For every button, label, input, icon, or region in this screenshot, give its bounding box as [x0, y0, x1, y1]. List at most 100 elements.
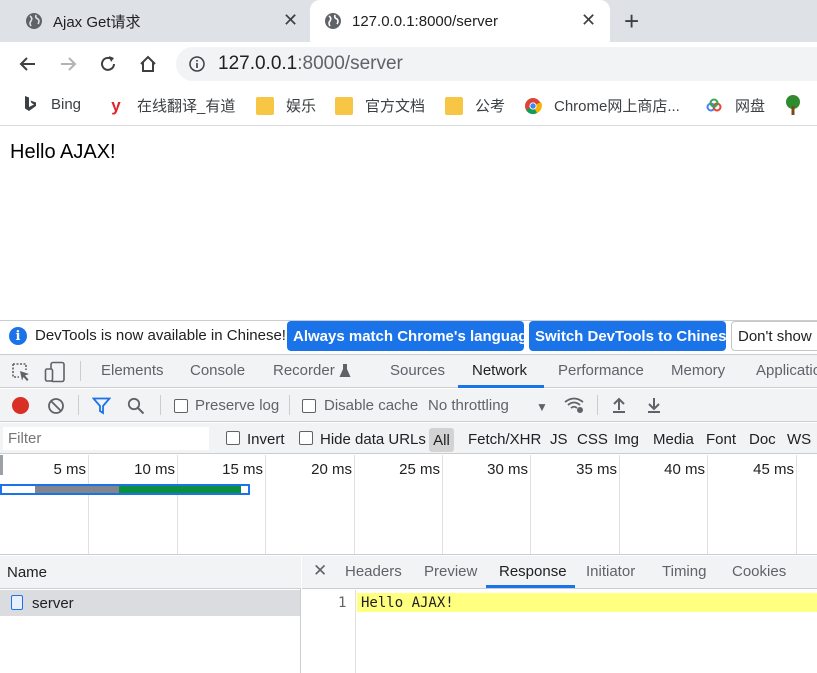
reload-button[interactable]	[96, 52, 120, 76]
tab-title: 127.0.0.1:8000/server	[352, 12, 498, 30]
home-button[interactable]	[136, 52, 160, 76]
bookmark-label: 网盘	[735, 98, 766, 115]
tab-application[interactable]: Application	[756, 362, 817, 379]
throttling-select[interactable]: No throttling	[428, 397, 509, 414]
invert-checkbox[interactable]	[226, 431, 240, 445]
timeline-gridline	[177, 455, 178, 554]
chevron-down-icon[interactable]: ▼	[536, 400, 548, 414]
filter-input[interactable]	[3, 427, 209, 450]
dont-show-button[interactable]: Don't show	[731, 321, 817, 351]
timeline-tick: 15 ms	[222, 461, 263, 478]
bookmark-label: 官方文档	[365, 98, 426, 115]
timeline-tick: 5 ms	[53, 461, 86, 478]
youdao-icon: y	[111, 95, 121, 115]
bookmark-chrome-store[interactable]: Chrome网上商店...	[524, 95, 680, 116]
tab-console[interactable]: Console	[190, 362, 245, 379]
close-tab-icon[interactable]: ✕	[581, 10, 596, 31]
tab-performance[interactable]: Performance	[558, 362, 644, 379]
url-text[interactable]: 127.0.0.1:8000/server	[218, 53, 403, 75]
timeline-gridline	[265, 455, 266, 554]
always-match-language-button[interactable]: Always match Chrome's language	[287, 321, 536, 351]
bookmark-label: 公考	[475, 98, 506, 115]
hide-data-urls-label: Hide data URLs	[320, 431, 426, 448]
back-button[interactable]	[16, 52, 40, 76]
inspect-element-icon[interactable]	[11, 362, 31, 382]
folder-icon	[335, 96, 353, 115]
tab-title: Ajax Get请求	[53, 13, 141, 31]
response-text[interactable]: Hello AJAX!	[361, 595, 454, 611]
filter-type-font[interactable]: Font	[706, 431, 736, 448]
timeline-gridline	[442, 455, 443, 554]
download-icon[interactable]	[646, 396, 662, 414]
toolbar-separator	[80, 361, 81, 381]
chrome-icon	[525, 97, 542, 114]
close-icon[interactable]: ✕	[313, 561, 327, 581]
tab-cookies[interactable]: Cookies	[732, 563, 786, 580]
disable-cache-label: Disable cache	[324, 397, 419, 414]
tab-memory[interactable]: Memory	[671, 362, 725, 379]
infobar-message: DevTools is now available in Chinese!	[35, 327, 286, 344]
timeline-gridline	[88, 455, 89, 554]
bookmark-folder-gongkao[interactable]: 公考	[445, 95, 505, 116]
timeline-gridline	[707, 455, 708, 554]
filter-type-ws[interactable]: WS	[787, 431, 811, 448]
tab-preview[interactable]: Preview	[424, 563, 477, 580]
hide-data-urls-checkbox[interactable]	[299, 431, 313, 445]
globe-icon	[325, 13, 341, 29]
folder-icon	[445, 96, 463, 115]
toolbar-separator	[78, 395, 79, 415]
tab-initiator[interactable]: Initiator	[586, 563, 635, 580]
bookmark-bing[interactable]: Bing	[21, 95, 81, 113]
bookmark-folder-yule[interactable]: 娱乐	[256, 95, 316, 116]
filter-type-img[interactable]: Img	[614, 431, 639, 448]
info-icon[interactable]	[189, 56, 205, 72]
bookmark-label: 在线翻译_有道	[137, 98, 236, 115]
filter-type-media[interactable]: Media	[653, 431, 694, 448]
new-tab-button[interactable]: +	[624, 6, 639, 37]
search-icon[interactable]	[127, 397, 145, 415]
filter-type-all[interactable]: All	[429, 428, 454, 452]
filter-type-doc[interactable]: Doc	[749, 431, 776, 448]
home-icon	[140, 55, 156, 72]
tab-elements[interactable]: Elements	[101, 362, 164, 379]
cloud-icon	[706, 98, 722, 111]
bookmark-youdao[interactable]: y 在线翻译_有道	[107, 95, 235, 116]
request-name[interactable]: server	[32, 595, 74, 612]
forward-button[interactable]	[56, 52, 80, 76]
document-icon	[11, 595, 23, 610]
filter-type-js[interactable]: JS	[550, 431, 568, 448]
network-conditions-icon[interactable]	[564, 396, 586, 414]
tab-sources[interactable]: Sources	[390, 362, 445, 379]
reload-icon	[101, 56, 115, 71]
filter-type-fetch-xhr[interactable]: Fetch/XHR	[468, 431, 541, 448]
preserve-log-checkbox[interactable]	[174, 399, 188, 413]
close-tab-icon[interactable]: ✕	[283, 10, 298, 31]
tree-icon[interactable]	[782, 94, 804, 116]
name-column-header[interactable]: Name	[7, 564, 47, 581]
tab-network[interactable]: Network	[472, 362, 527, 379]
record-icon[interactable]	[12, 397, 29, 414]
device-toolbar-icon[interactable]	[44, 361, 66, 383]
tab-timing[interactable]: Timing	[662, 563, 706, 580]
switch-devtools-chinese-button[interactable]: Switch DevTools to Chinese	[529, 321, 735, 351]
tab-ajax-get[interactable]: Ajax Get请求 ✕	[0, 0, 310, 42]
bookmark-wangpan[interactable]: 网盘	[705, 95, 765, 116]
tab-headers[interactable]: Headers	[345, 563, 402, 580]
timeline-start-marker	[0, 455, 3, 475]
page-body-text: Hello AJAX!	[10, 141, 116, 163]
tab-server[interactable]: 127.0.0.1:8000/server ✕	[310, 0, 610, 42]
info-icon: i	[9, 327, 27, 345]
tab-response[interactable]: Response	[499, 563, 567, 580]
tab-recorder[interactable]: Recorder	[273, 362, 335, 379]
clear-icon[interactable]	[47, 397, 65, 415]
disable-cache-checkbox[interactable]	[302, 399, 316, 413]
timeline-gridline	[354, 455, 355, 554]
selected-tab-indicator	[458, 385, 544, 388]
bookmark-folder-docs[interactable]: 官方文档	[335, 95, 425, 116]
invert-label: Invert	[247, 431, 285, 448]
timeline-waiting-bar	[35, 486, 119, 493]
upload-icon[interactable]	[611, 396, 627, 414]
bing-icon	[25, 96, 36, 111]
filter-type-css[interactable]: CSS	[577, 431, 608, 448]
filter-icon[interactable]	[92, 397, 111, 415]
